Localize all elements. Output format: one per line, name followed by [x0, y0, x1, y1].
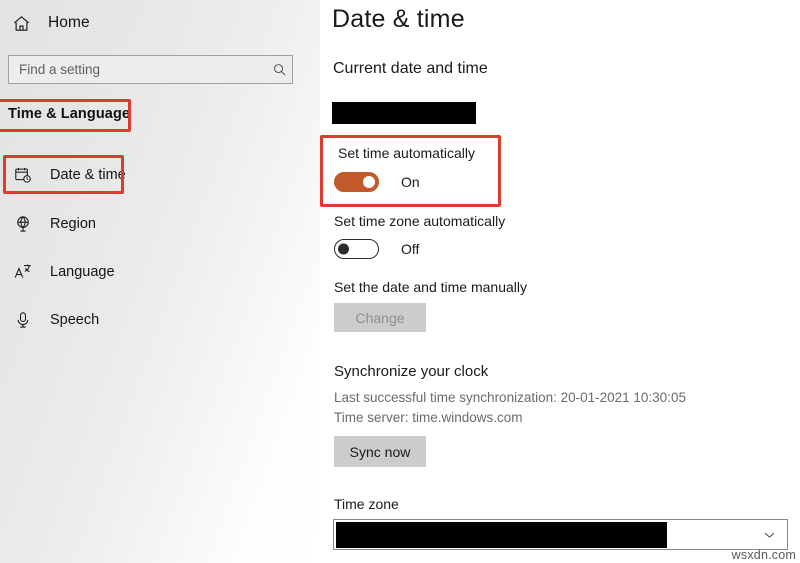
globe-icon [12, 215, 34, 233]
time-server-text: Time server: time.windows.com [334, 410, 523, 425]
watermark: wsxdn.com [731, 548, 796, 562]
sidebar-item-region[interactable]: Region [0, 206, 300, 242]
sidebar-item-speech[interactable]: Speech [0, 302, 300, 338]
set-time-automatically-toggle[interactable] [334, 172, 379, 192]
toggle-knob [363, 176, 375, 188]
sidebar-item-home[interactable]: Home [10, 8, 90, 38]
sidebar-item-language-label: Language [50, 264, 115, 280]
sidebar-item-region-label: Region [50, 216, 96, 232]
set-time-automatically-label: Set time automatically [338, 145, 475, 161]
set-time-automatically-row: On [334, 172, 420, 192]
time-zone-heading: Time zone [334, 496, 399, 512]
change-button[interactable]: Change [334, 303, 426, 332]
sidebar-item-home-label: Home [48, 14, 90, 31]
sidebar-item-date-time[interactable]: Date & time [0, 157, 300, 193]
sidebar-item-language[interactable]: Language [0, 254, 300, 290]
page-title: Date & time [332, 5, 465, 33]
set-time-automatically-state: On [401, 174, 420, 190]
toggle-knob [338, 243, 349, 255]
calendar-clock-icon [12, 166, 34, 184]
home-icon [10, 12, 32, 34]
microphone-icon [12, 311, 34, 329]
set-time-zone-automatically-row: Off [334, 239, 419, 259]
search-icon[interactable] [266, 62, 292, 77]
chevron-down-icon[interactable] [762, 527, 777, 542]
search-input[interactable]: Find a setting [8, 55, 293, 84]
sync-now-button[interactable]: Sync now [334, 436, 426, 467]
sidebar-item-date-time-label: Date & time [50, 167, 126, 183]
settings-main-panel: Date & time Current date and time Set ti… [320, 0, 800, 563]
set-time-zone-automatically-state: Off [401, 241, 420, 257]
set-date-time-manually-label: Set the date and time manually [334, 279, 528, 295]
language-icon [12, 263, 34, 281]
current-date-time-value-redacted [332, 102, 476, 124]
synchronize-clock-heading: Synchronize your clock [334, 363, 489, 380]
settings-sidebar: Home Find a setting Time & Language Date… [0, 0, 320, 563]
sidebar-category-title: Time & Language [8, 106, 131, 122]
sidebar-item-speech-label: Speech [50, 312, 100, 328]
search-input-placeholder: Find a setting [19, 62, 101, 77]
time-zone-dropdown[interactable] [333, 519, 788, 550]
last-sync-text: Last successful time synchronization: 20… [334, 390, 686, 405]
time-zone-value-redacted [336, 522, 667, 548]
set-time-zone-automatically-label: Set time zone automatically [334, 213, 506, 229]
current-date-and-time-heading: Current date and time [333, 60, 488, 77]
settings-window: Home Find a setting Time & Language Date… [0, 0, 800, 563]
set-time-zone-automatically-toggle[interactable] [334, 239, 379, 259]
